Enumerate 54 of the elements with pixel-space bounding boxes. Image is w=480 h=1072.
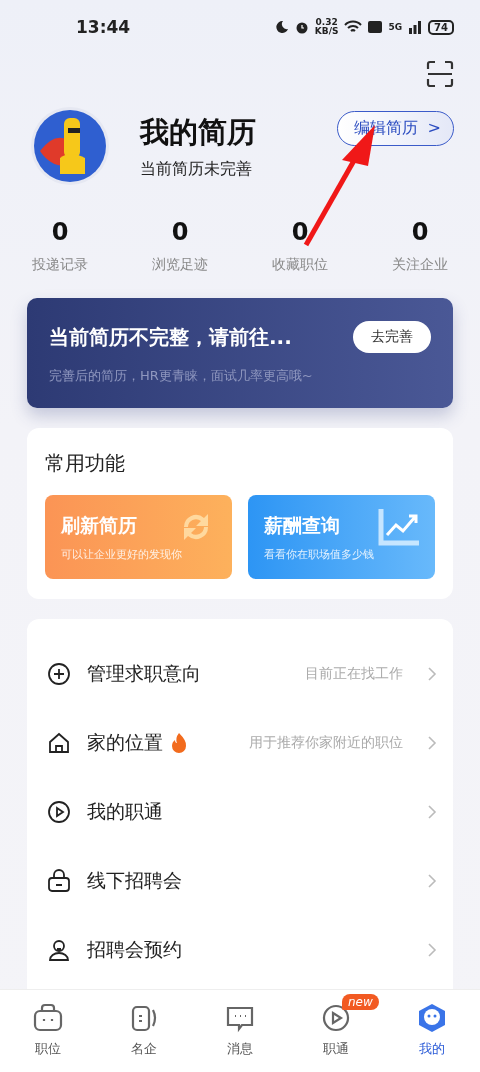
alarm-icon	[294, 20, 309, 34]
chevron-icon	[427, 941, 437, 958]
new-badge: new	[342, 994, 379, 1010]
stat-value[interactable]: 0	[171, 218, 189, 246]
section-title: 常用功能	[45, 450, 126, 477]
wifi-icon	[344, 20, 363, 34]
network-speed: 0.32 KB/S	[314, 18, 339, 36]
tab-label: 名企	[131, 1040, 157, 1058]
tab[interactable]: 职位	[0, 990, 96, 1072]
tab-label: 职位	[35, 1040, 61, 1058]
resume-status: 当前简历未完善	[140, 158, 253, 180]
stat-value[interactable]: 0	[411, 218, 429, 246]
feature-title: 刷新简历	[61, 513, 138, 538]
tab[interactable]: 消息	[192, 990, 288, 1072]
signal-icon	[408, 20, 423, 34]
bag-icon	[47, 868, 71, 893]
stat-value[interactable]: 0	[51, 218, 69, 246]
battery-level: 74	[428, 19, 454, 35]
status-time: 13:44	[76, 17, 131, 37]
tab[interactable]: 名企	[96, 990, 192, 1072]
stat-value[interactable]: 0	[291, 218, 309, 246]
plus-circle-icon	[47, 661, 71, 686]
feature-subtitle: 看看你在职场值多少钱	[264, 547, 375, 562]
menu-hint: 目前正在找工作	[305, 664, 403, 683]
complete-button[interactable]: 去完善	[353, 321, 431, 353]
avatar[interactable]	[30, 106, 110, 186]
house-icon	[47, 730, 71, 755]
person-icon	[47, 937, 71, 962]
network-type: 5G	[388, 22, 403, 32]
menu-item[interactable]: 我的职通	[87, 798, 163, 825]
menu-item[interactable]: 管理求职意向	[87, 660, 201, 687]
menu-item[interactable]: 线下招聘会	[87, 867, 182, 894]
chevron-icon	[427, 665, 437, 682]
menu-item[interactable]: 招聘会预约	[87, 936, 182, 963]
tab-label: 职通	[323, 1040, 349, 1058]
feature-subtitle: 可以让企业更好的发现你	[61, 547, 183, 562]
page-title: 我的简历	[140, 113, 257, 151]
menu-hint: 用于推荐你家附近的职位	[249, 733, 403, 752]
play-circle-icon	[47, 799, 71, 824]
banner-title: 当前简历不完整，请前往...	[49, 323, 292, 351]
tab[interactable]: new 职通	[288, 990, 384, 1072]
tab-label: 我的	[419, 1040, 445, 1058]
chevron-icon	[427, 803, 437, 820]
moon-icon	[274, 20, 289, 34]
briefcase-icon	[32, 1002, 64, 1034]
banner-subtitle: 完善后的简历，HR更青睐，面试几率更高哦~	[49, 367, 314, 385]
chevron-icon	[427, 872, 437, 889]
scan-icon[interactable]	[426, 60, 454, 88]
robot-icon	[416, 1002, 448, 1034]
menu-item[interactable]: 家的位置	[87, 729, 163, 756]
chevron-icon	[427, 734, 437, 751]
tab-label: 消息	[227, 1040, 253, 1058]
tab[interactable]: 我的	[384, 990, 480, 1072]
feature-title: 薪酬查询	[264, 513, 341, 538]
